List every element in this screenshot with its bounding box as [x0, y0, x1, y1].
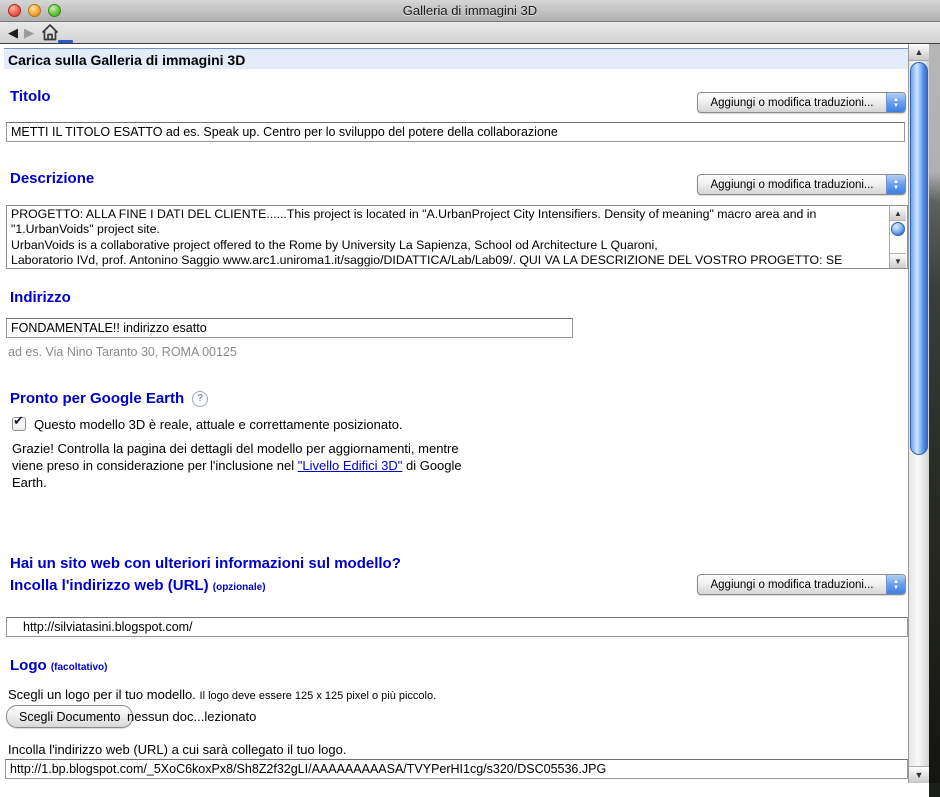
scrollbar-thumb[interactable] [910, 62, 928, 455]
checkbox-label: Questo modello 3D è reale, attuale e cor… [34, 417, 403, 432]
window-scrollbar[interactable]: ▲ ▼ [908, 44, 929, 783]
address-input[interactable] [6, 318, 573, 338]
website-url-input[interactable] [6, 617, 908, 637]
stepper-icon: ▲▼ [886, 575, 905, 594]
scroll-down-icon[interactable]: ▼ [909, 766, 929, 783]
section-heading-google-earth: Pronto per Google Earth? [10, 390, 208, 407]
desktop-background [929, 44, 940, 797]
google-earth-thanks-text: Grazie! Controlla la pagina dei dettagli… [12, 440, 484, 491]
page-content: Carica sulla Galleria di immagini 3D Tit… [0, 44, 929, 797]
forward-icon[interactable]: ▶ [24, 25, 34, 41]
description-textarea[interactable]: PROGETTO: ALLA FINE I DATI DEL CLIENTE..… [6, 205, 908, 269]
logo-url-label: Incolla l'indirizzo web (URL) a cui sarà… [8, 742, 346, 757]
title-input[interactable] [6, 122, 905, 142]
section-heading-logo: Logo (facoltativo) [10, 657, 108, 674]
description-text[interactable]: PROGETTO: ALLA FINE I DATI DEL CLIENTE..… [7, 206, 889, 268]
textarea-scrollbar[interactable]: ▲ ▼ [889, 206, 907, 268]
translations-dropdown-label: Aggiungi o modifica traduzioni... [698, 579, 886, 591]
scroll-up-icon[interactable]: ▲ [909, 44, 929, 61]
stepper-icon: ▲▼ [886, 93, 905, 112]
address-example-hint: ad es. Via Nino Taranto 30, ROMA 00125 [8, 345, 237, 359]
stepper-icon: ▲▼ [886, 175, 905, 194]
checkmark-icon: ✔ [13, 413, 24, 429]
window-titlebar: Galleria di immagini 3D [0, 0, 940, 22]
logo-size-hint: Il logo deve essere 125 x 125 pixel o pi… [200, 690, 437, 702]
optional-note: (facoltativo) [51, 662, 108, 673]
section-heading-titolo: Titolo [10, 88, 51, 105]
section-heading-descrizione: Descrizione [10, 170, 94, 187]
window-title: Galleria di immagini 3D [0, 3, 940, 18]
translations-dropdown-label: Aggiungi o modifica traduzioni... [698, 97, 886, 109]
page-loading-dash [58, 40, 73, 43]
translations-dropdown-website[interactable]: Aggiungi o modifica traduzioni... ▲▼ [697, 574, 906, 595]
translations-dropdown-descrizione[interactable]: Aggiungi o modifica traduzioni... ▲▼ [697, 174, 906, 195]
translations-dropdown-titolo[interactable]: Aggiungi o modifica traduzioni... ▲▼ [697, 92, 906, 113]
back-icon[interactable]: ◀ [8, 25, 18, 41]
scroll-up-icon[interactable]: ▲ [890, 206, 906, 221]
home-icon[interactable] [40, 23, 60, 42]
section-heading-website-line2: Incolla l'indirizzo web (URL) (opzionale… [10, 577, 266, 594]
optional-note: (opzionale) [213, 582, 266, 593]
translations-dropdown-label: Aggiungi o modifica traduzioni... [698, 179, 886, 191]
logo-url-input[interactable] [5, 759, 908, 779]
real-model-checkbox[interactable]: ✔ [12, 417, 26, 431]
choose-file-button[interactable]: Scegli Documento [6, 705, 133, 728]
livello-edifici-3d-link[interactable]: "Livello Edifici 3D" [298, 458, 403, 473]
section-heading-indirizzo: Indirizzo [10, 289, 71, 306]
browser-toolbar: ◀ ▶ [0, 22, 940, 44]
scroll-down-icon[interactable]: ▼ [890, 253, 906, 268]
help-icon[interactable]: ? [192, 391, 208, 407]
page-title: Carica sulla Galleria di immagini 3D [4, 48, 912, 69]
logo-choose-label: Scegli un logo per il tuo modello. Il lo… [8, 687, 436, 702]
section-heading-website-line1: Hai un sito web con ulteriori informazio… [10, 555, 401, 572]
textarea-scroll-thumb[interactable] [891, 222, 905, 236]
no-file-selected-text: nessun doc...lezionato [127, 709, 256, 724]
